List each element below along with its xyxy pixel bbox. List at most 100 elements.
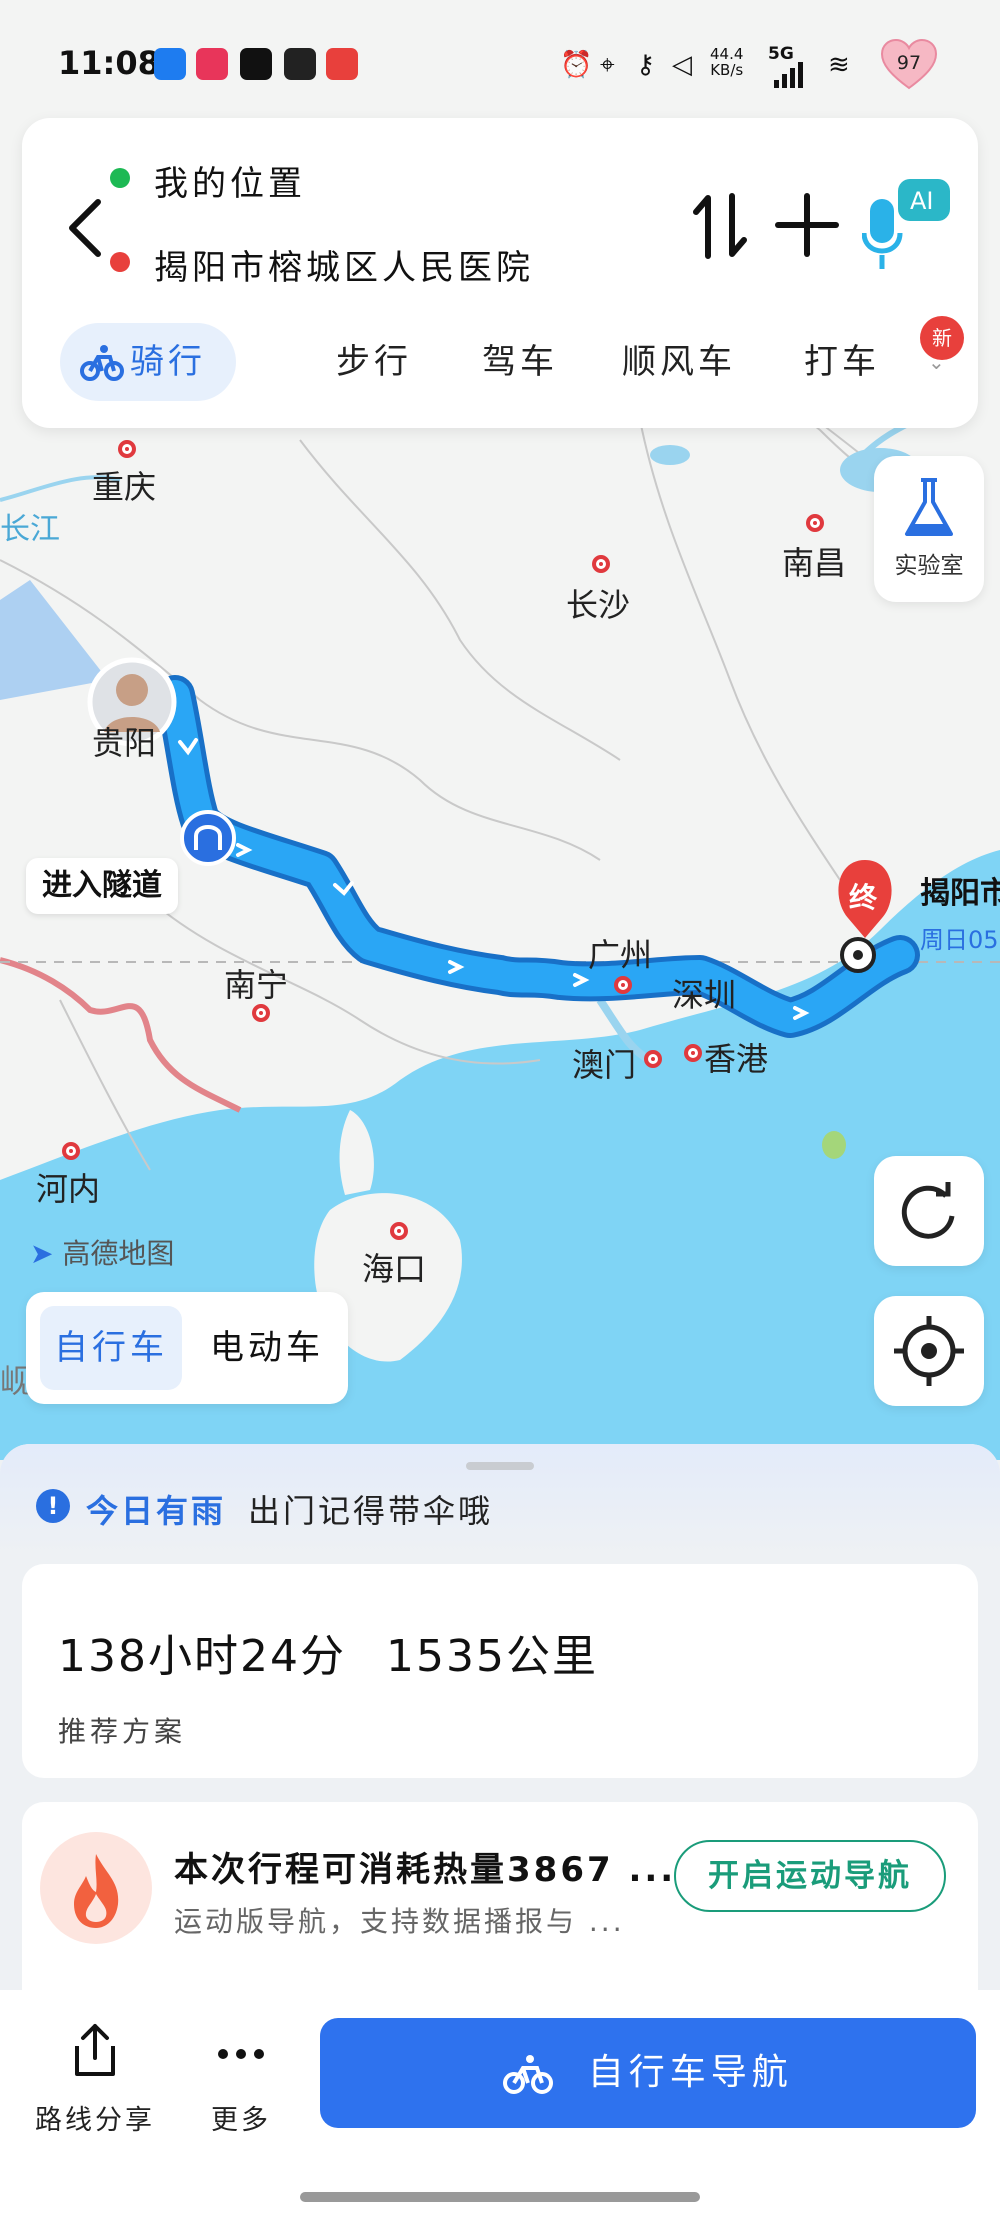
city-nanning: 南宁 xyxy=(224,966,289,1004)
locate-button[interactable] xyxy=(874,1296,984,1406)
back-arrow-icon[interactable] xyxy=(62,188,112,268)
city-dot xyxy=(592,555,610,573)
tab-driving[interactable]: 驾车 xyxy=(482,323,558,401)
city-chongqing: 重庆 xyxy=(92,468,157,506)
city-dot xyxy=(644,1050,662,1068)
plan-summary: 138小时24分 1535公里 xyxy=(58,1620,598,1684)
origin-text: 我的位置 xyxy=(154,164,306,204)
bottom-action-bar: 路线分享 更多 自行车导航 xyxy=(0,1990,1000,2222)
city-dot xyxy=(118,440,136,458)
status-time: 11:08 xyxy=(58,44,160,82)
plan-label: 推荐方案 xyxy=(58,1715,187,1748)
location-icon: ⌖ xyxy=(600,50,615,80)
city-dot xyxy=(252,1004,270,1022)
navigate-label: 自行车导航 xyxy=(587,2052,793,2093)
chevron-down-icon[interactable]: ⌄ xyxy=(928,350,945,374)
notice-title: 今日有雨 xyxy=(86,1492,227,1530)
city-dot xyxy=(614,976,632,994)
vehicle-toggle: 自行车 电动车 xyxy=(26,1292,348,1404)
signal-type: 5G xyxy=(768,44,794,64)
calorie-card: 本次行程可消耗热量3867 ... 运动版导航，支持数据播报与 ... 开启运动… xyxy=(22,1802,978,2022)
more-icon xyxy=(218,2049,264,2059)
fire-icon xyxy=(40,1832,152,1944)
tiktok-app-icon xyxy=(240,48,272,80)
destination-dot xyxy=(110,252,130,272)
add-waypoint-icon[interactable] xyxy=(774,190,840,260)
destination-map-label[interactable]: 揭阳市 xyxy=(920,868,1000,912)
net-speed-unit: KB/s xyxy=(710,61,744,79)
bicycle-icon xyxy=(80,345,124,381)
info-icon: ! xyxy=(36,1489,70,1523)
tab-walking[interactable]: 步行 xyxy=(336,323,412,401)
bicycle-navigation-button[interactable]: 自行车导航 xyxy=(320,2018,976,2128)
city-changsha: 长沙 xyxy=(566,586,631,624)
start-sport-nav-button[interactable]: 开启运动导航 xyxy=(674,1840,946,1912)
net-speed: 44.4 KB/s xyxy=(710,46,743,78)
key-icon: ⚷ xyxy=(636,50,656,80)
calorie-subtitle: 运动版导航，支持数据播报与 ... xyxy=(174,1905,625,1938)
flask-icon xyxy=(905,478,953,536)
share-icon xyxy=(75,2024,115,2076)
city-guiyang: 贵阳 xyxy=(92,724,157,762)
weather-notice: ! 今日有雨 出门记得带伞哦 xyxy=(0,1444,1000,1554)
calorie-title: 本次行程可消耗热量3867 ... xyxy=(174,1850,677,1890)
bicycle-icon xyxy=(503,2055,554,2094)
city-shenzhen: 深圳 xyxy=(672,976,737,1014)
brand-text: 高德地图 xyxy=(62,1237,175,1270)
origin-dot xyxy=(110,168,130,188)
city-macau: 澳门 xyxy=(572,1046,637,1084)
red-app-icon xyxy=(326,48,358,80)
more-button[interactable]: 更多 xyxy=(176,2020,306,2137)
share-label: 路线分享 xyxy=(35,2105,155,2136)
lab-label: 实验室 xyxy=(894,553,964,579)
destination-field[interactable]: 揭阳市榕城区人民医院 xyxy=(110,240,534,289)
tab-cycling[interactable]: 骑行 xyxy=(60,323,236,401)
notice-text: 出门记得带伞哦 xyxy=(248,1492,494,1530)
social-app-icon xyxy=(196,48,228,80)
arrival-time-label: 周日05 xyxy=(920,926,999,954)
end-marker: 终 xyxy=(849,881,878,914)
city-haikou: 海口 xyxy=(362,1250,427,1288)
route-card: 我的位置 揭阳市榕城区人民医院 AI 骑行 步行 驾车 顺风车 打车 新 ⌄ xyxy=(22,118,978,428)
ai-voice-icon[interactable]: AI xyxy=(862,173,952,273)
wifi-icon: ≋ xyxy=(828,50,850,80)
alipay-app-icon xyxy=(154,48,186,80)
destination-text: 揭阳市榕城区人民医院 xyxy=(154,248,534,288)
sheet-handle[interactable] xyxy=(466,1462,534,1470)
city-dot xyxy=(684,1044,702,1062)
svg-text:AI: AI xyxy=(910,187,934,215)
tab-taxi[interactable]: 打车 xyxy=(804,323,880,401)
tunnel-label: 进入隧道 xyxy=(26,858,178,914)
net-speed-value: 44.4 xyxy=(710,45,744,63)
city-dot xyxy=(390,1222,408,1240)
city-nanchang: 南昌 xyxy=(782,544,847,582)
home-indicator[interactable] xyxy=(300,2192,700,2202)
lab-button[interactable]: 实验室 xyxy=(874,456,984,602)
tab-cycling-label: 骑行 xyxy=(130,342,206,382)
mute-icon: ◁ xyxy=(672,50,692,80)
bicycle-option[interactable]: 自行车 xyxy=(40,1306,182,1390)
origin-field[interactable]: 我的位置 xyxy=(110,156,306,205)
video-app-icon xyxy=(284,48,316,80)
city-dot xyxy=(806,514,824,532)
city-dot xyxy=(62,1142,80,1160)
more-label: 更多 xyxy=(211,2105,271,2136)
city-guangzhou: 广州 xyxy=(588,936,653,974)
crosshair-icon xyxy=(894,1316,964,1386)
amap-logo-icon: ➤ xyxy=(30,1237,54,1270)
swap-route-icon[interactable] xyxy=(690,186,750,266)
battery-indicator: 97 xyxy=(880,38,938,92)
river-changjiang: 长江 xyxy=(0,512,60,547)
battery-level: 97 xyxy=(896,52,922,74)
status-bar: 11:08 ⏰ ⌖ ⚷ ◁ 44.4 KB/s 5G ≋ 97 xyxy=(0,0,1000,120)
tab-carpool[interactable]: 顺风车 xyxy=(622,323,736,401)
refresh-button[interactable] xyxy=(874,1156,984,1266)
amap-brand: ➤ 高德地图 xyxy=(30,1232,174,1272)
ebike-option[interactable]: 电动车 xyxy=(196,1306,338,1390)
share-route-button[interactable]: 路线分享 xyxy=(30,2020,160,2137)
travel-mode-tabs: 骑行 步行 驾车 顺风车 打车 xyxy=(52,323,972,407)
plan-distance: 1535公里 xyxy=(385,1631,598,1682)
plan-duration: 138小时24分 xyxy=(58,1631,346,1682)
city-hongkong: 香港 xyxy=(704,1040,769,1078)
route-plan-card[interactable]: 138小时24分 1535公里 推荐方案 xyxy=(22,1564,978,1778)
